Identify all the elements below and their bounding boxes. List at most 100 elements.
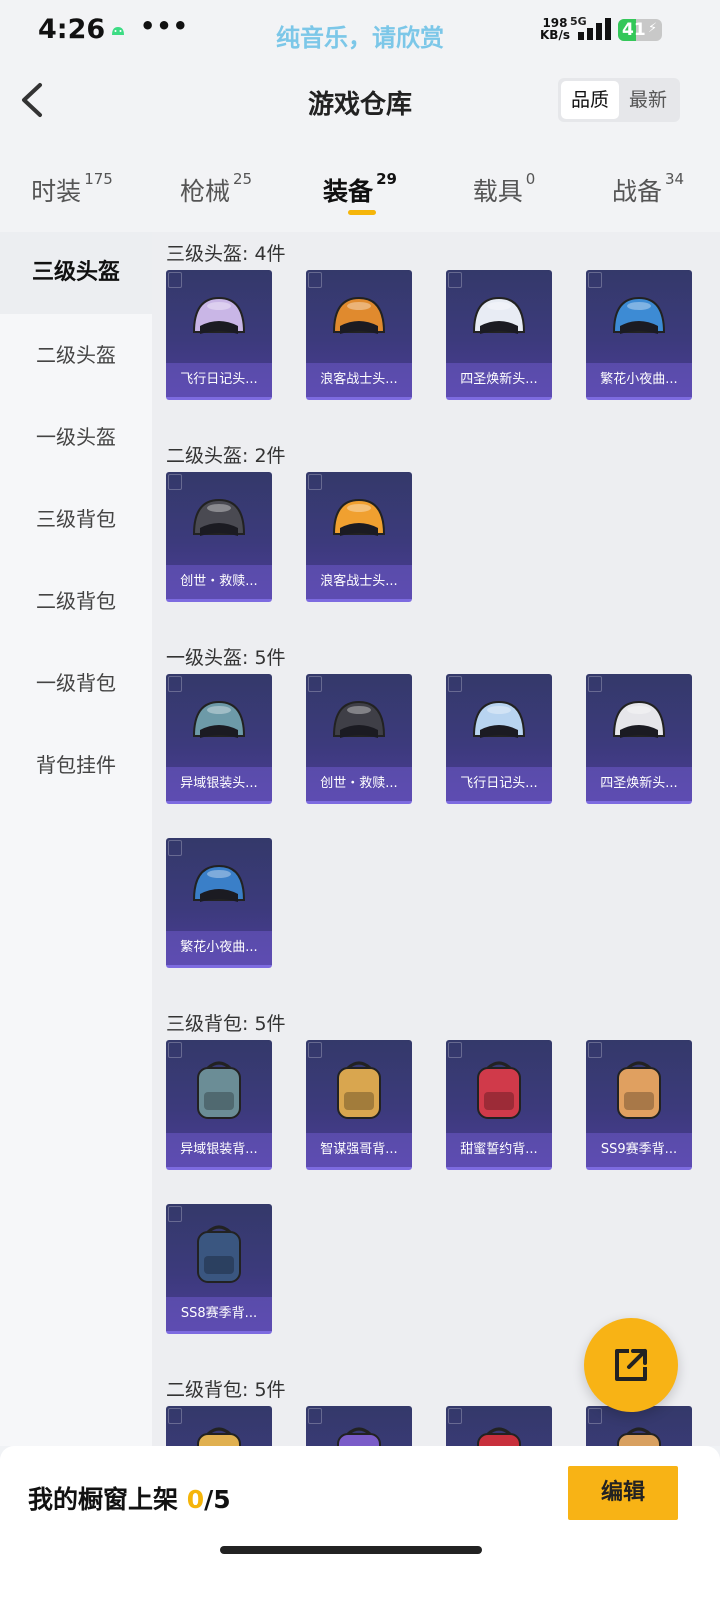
showcase-count: 我的橱窗上架 0/5 [28,1485,231,1514]
category-tabs: 时装 175 枪械 25 装备 29 载具 0 战备 34 [0,160,720,232]
sort-by-quality[interactable]: 品质 [561,81,619,119]
item-group: 三级头盔: 4件飞行日记头... 浪客战士头... 四圣焕新头... 繁花小夜曲... [152,232,720,434]
item-corner-mark [308,676,322,692]
item-corner-mark [448,676,462,692]
item-card[interactable]: 繁花小夜曲... [586,270,692,400]
item-card[interactable]: 创世・救赎... [166,472,272,602]
item-name: SS9赛季背... [586,1133,692,1167]
bottom-bar: 我的橱窗上架 0/5 编辑 [0,1446,720,1600]
item-card[interactable]: 异域银装背... [166,1040,272,1170]
helmet-icon [464,286,534,356]
group-title: 一级头盔: 5件 [166,647,286,669]
item-corner-mark [588,676,602,692]
home-indicator [220,1546,482,1554]
helmet-icon [464,690,534,760]
item-card[interactable]: 飞行日记头... [166,270,272,400]
sidebar-item-level1-helmet[interactable]: 一级头盔 [0,396,152,478]
battery-level: 41 [622,20,646,40]
item-card[interactable] [306,1406,412,1446]
backpack-icon [464,1056,534,1126]
item-corner-mark [168,840,182,856]
item-card[interactable]: 繁花小夜曲... [166,838,272,968]
item-group: 二级头盔: 2件创世・救赎... 浪客战士头... [152,434,720,636]
item-name: 飞行日记头... [166,363,272,397]
item-card[interactable]: 飞行日记头... [446,674,552,804]
helmet-icon [184,286,254,356]
item-grid: 飞行日记头... 浪客战士头... 四圣焕新头... 繁花小夜曲... [166,270,720,434]
item-name: 繁花小夜曲... [586,363,692,397]
sidebar-item-level1-backpack[interactable]: 一级背包 [0,642,152,724]
item-corner-mark [308,1042,322,1058]
group-title: 三级背包: 5件 [166,1013,286,1035]
item-name: 创世・救赎... [306,767,412,801]
helmet-icon [604,286,674,356]
item-card[interactable]: 四圣焕新头... [446,270,552,400]
item-corner-mark [168,1042,182,1058]
item-card[interactable] [446,1406,552,1446]
item-corner-mark [588,1042,602,1058]
item-name: 异域银装头... [166,767,272,801]
sidebar-item-level2-backpack[interactable]: 二级背包 [0,560,152,642]
tab-vehicles[interactable]: 载具 0 [432,160,576,232]
backpack-icon [604,1056,674,1126]
item-card[interactable]: SS9赛季背... [586,1040,692,1170]
backpack-icon [184,1056,254,1126]
item-name: 甜蜜誓约背... [446,1133,552,1167]
helmet-icon [604,690,674,760]
backpack-icon [184,1220,254,1290]
tab-fashion[interactable]: 时装 175 [0,160,144,232]
helmet-icon [324,488,394,558]
item-card[interactable]: 异域银装头... [166,674,272,804]
sidebar-item-backpack-charm[interactable]: 背包挂件 [0,724,152,806]
share-button[interactable] [584,1318,678,1412]
backpack-icon [324,1422,394,1446]
item-card[interactable]: SS8赛季背... [166,1204,272,1334]
item-corner-mark [448,1042,462,1058]
backpack-icon [604,1422,674,1446]
item-corner-mark [308,272,322,288]
sidebar-item-level2-helmet[interactable]: 二级头盔 [0,314,152,396]
helmet-icon [184,854,254,924]
helmet-icon [184,488,254,558]
item-card[interactable] [166,1406,272,1446]
item-corner-mark [168,272,182,288]
sidebar-item-level3-helmet[interactable]: 三级头盔 [0,232,152,314]
item-list: 三级头盔: 4件飞行日记头... 浪客战士头... 四圣焕新头... 繁花小夜曲...… [152,232,720,1446]
item-corner-mark [588,272,602,288]
item-card[interactable]: 四圣焕新头... [586,674,692,804]
tab-equipment[interactable]: 装备 29 [288,160,432,232]
item-name: 创世・救赎... [166,565,272,599]
group-title: 二级头盔: 2件 [166,445,286,467]
item-corner-mark [448,272,462,288]
item-corner-mark [308,474,322,490]
signal-icon [578,18,611,40]
tab-supplies[interactable]: 战备 34 [576,160,720,232]
item-name: 浪客战士头... [306,363,412,397]
item-card[interactable] [586,1406,692,1446]
sidebar: 三级头盔 二级头盔 一级头盔 三级背包 二级背包 一级背包 背包挂件 [0,232,152,1446]
backpack-icon [184,1422,254,1446]
item-name: 四圣焕新头... [586,767,692,801]
item-name: 四圣焕新头... [446,363,552,397]
item-card[interactable]: 创世・救赎... [306,674,412,804]
item-corner-mark [168,1408,182,1424]
item-card[interactable]: 浪客战士头... [306,270,412,400]
item-name: 繁花小夜曲... [166,931,272,965]
sidebar-item-level3-backpack[interactable]: 三级背包 [0,478,152,560]
item-name: 智谋强哥背... [306,1133,412,1167]
tab-weapons[interactable]: 枪械 25 [144,160,288,232]
item-card[interactable]: 浪客战士头... [306,472,412,602]
item-card[interactable]: 甜蜜誓约背... [446,1040,552,1170]
item-corner-mark [168,474,182,490]
item-card[interactable]: 智谋强哥背... [306,1040,412,1170]
backpack-icon [324,1056,394,1126]
item-name: 飞行日记头... [446,767,552,801]
sort-by-newest[interactable]: 最新 [619,81,677,119]
edit-button[interactable]: 编辑 [568,1466,678,1520]
active-tab-indicator [348,210,376,215]
item-grid [166,1406,720,1446]
helmet-icon [324,286,394,356]
backpack-icon [464,1422,534,1446]
item-name: 异域银装背... [166,1133,272,1167]
group-title: 三级头盔: 4件 [166,243,286,265]
